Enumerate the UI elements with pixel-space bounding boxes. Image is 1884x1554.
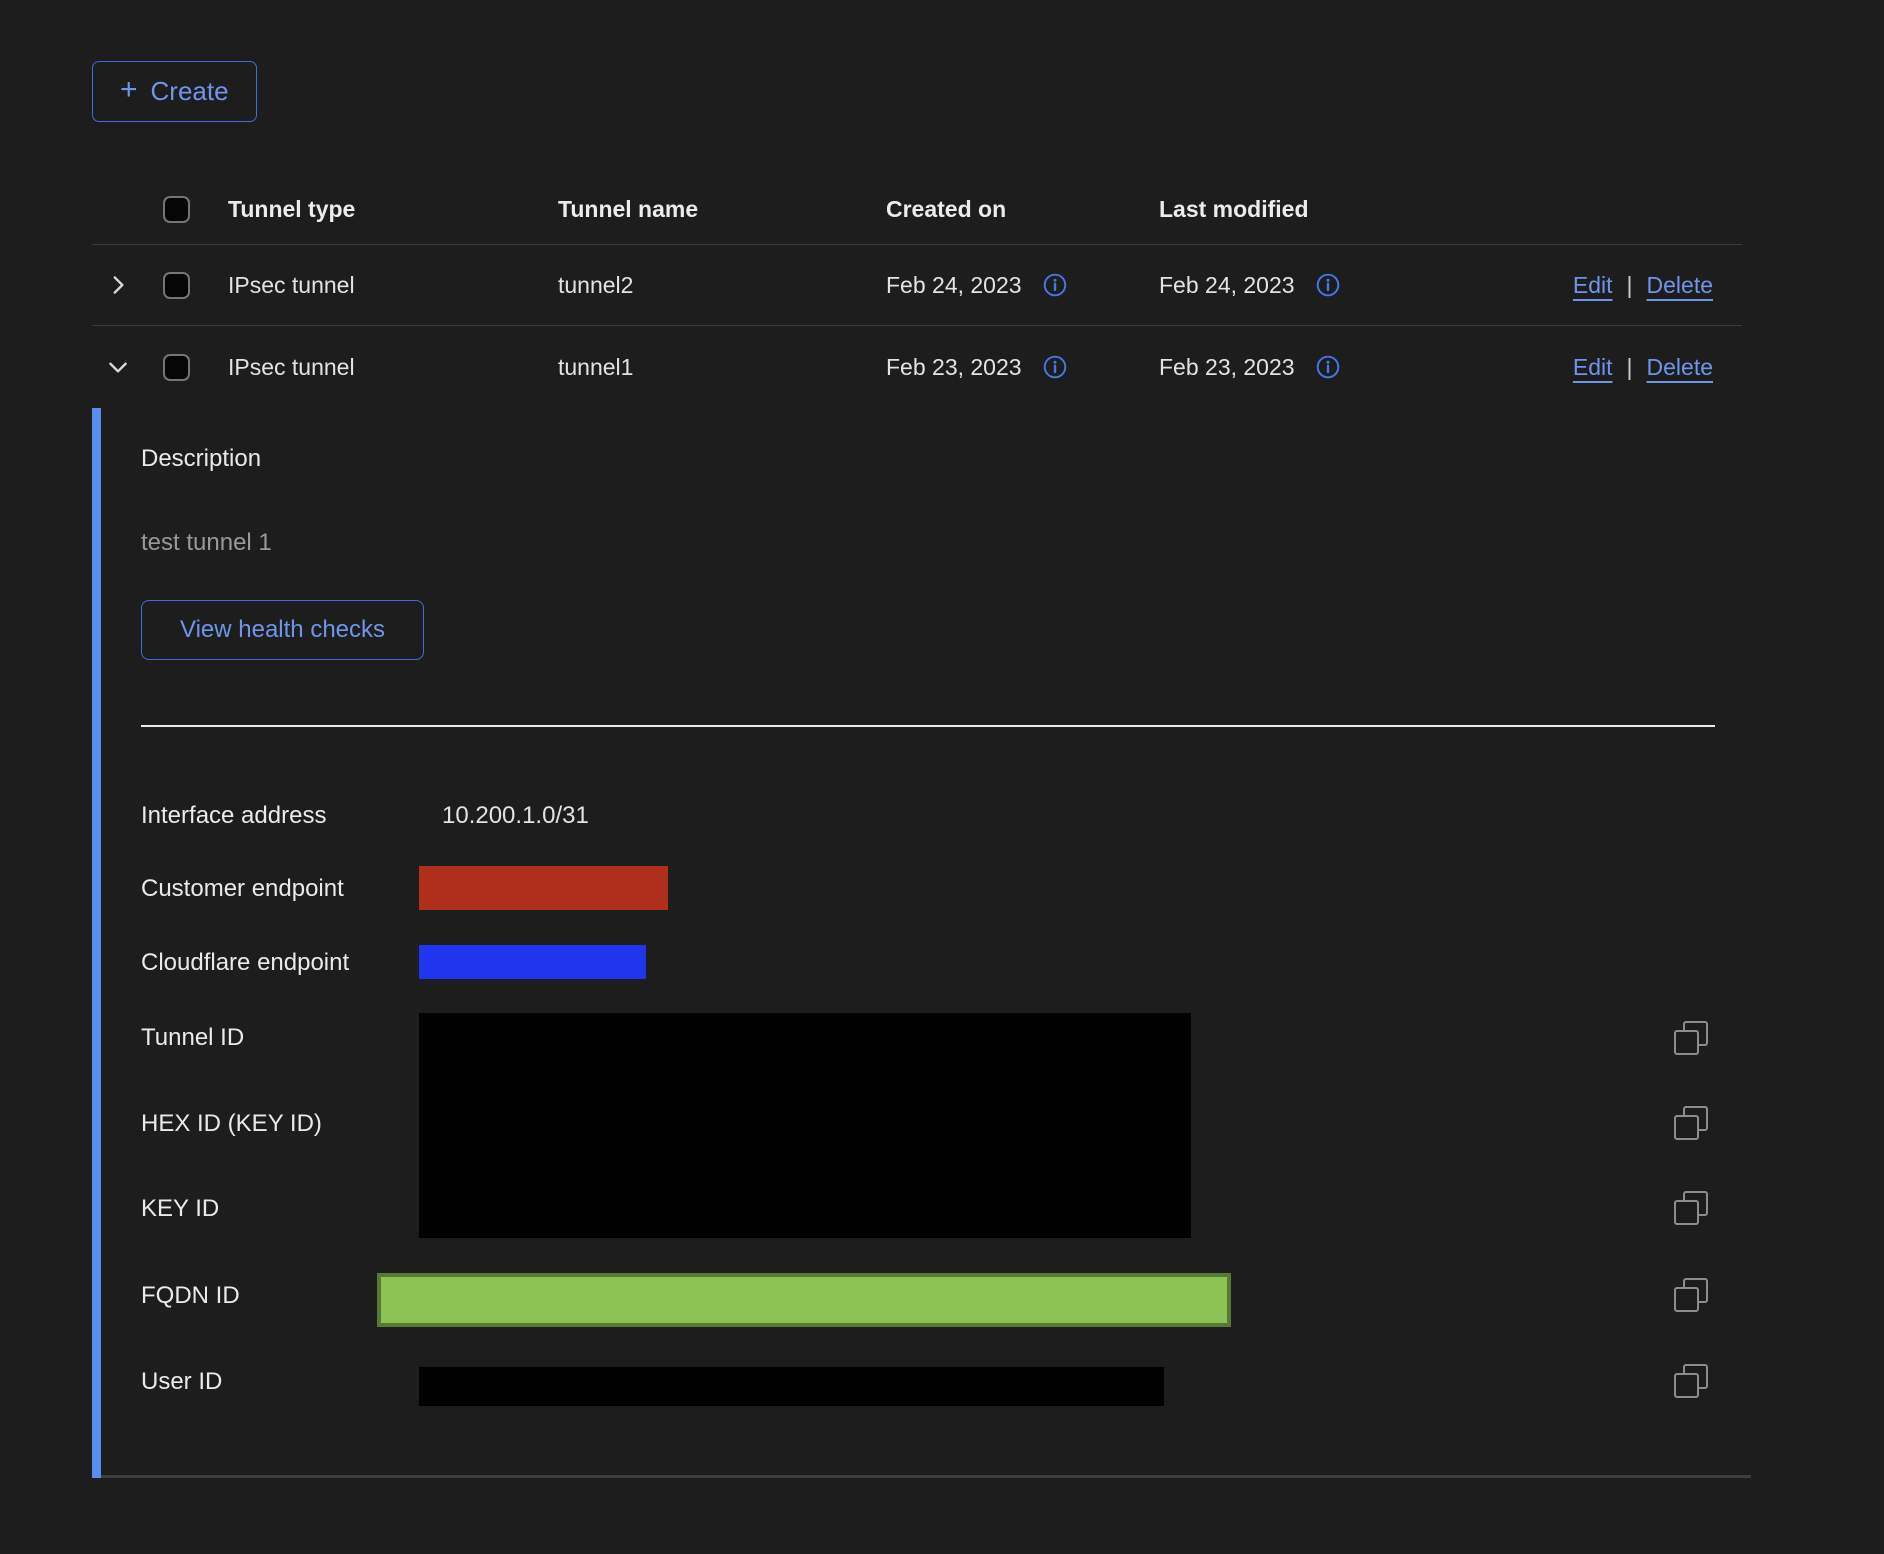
tunnels-page: + Create Tunnel type Tunnel name Created…	[0, 0, 1884, 1554]
cell-tunnel-type: IPsec tunnel	[228, 354, 558, 381]
cell-tunnel-name: tunnel1	[558, 354, 886, 381]
user-id-redaction	[419, 1367, 1164, 1406]
ids-redaction	[419, 1013, 1191, 1238]
row-actions: Edit | Delete	[1500, 354, 1742, 381]
created-on-value: Feb 23, 2023	[886, 354, 1022, 381]
edit-link[interactable]: Edit	[1573, 354, 1613, 381]
plus-icon: +	[120, 75, 138, 105]
info-icon[interactable]	[1042, 272, 1068, 298]
cloudflare-endpoint-redaction	[419, 945, 646, 979]
chevron-right-icon	[105, 272, 131, 298]
panel-divider	[141, 725, 1715, 727]
create-button-label: Create	[151, 76, 229, 107]
copy-icon[interactable]	[1674, 1106, 1708, 1140]
chevron-down-icon	[105, 354, 131, 380]
tunnel-id-label: Tunnel ID	[141, 1023, 244, 1053]
cell-last-modified: Feb 23, 2023	[1159, 354, 1500, 381]
create-button[interactable]: + Create	[92, 61, 257, 122]
expand-row-toggle[interactable]	[92, 272, 163, 298]
hex-id-label: HEX ID (KEY ID)	[141, 1109, 322, 1139]
description-label: Description	[141, 444, 261, 474]
fqdn-id-redaction	[377, 1273, 1231, 1327]
last-modified-value: Feb 23, 2023	[1159, 354, 1295, 381]
fqdn-id-label: FQDN ID	[141, 1281, 240, 1311]
header-created-on: Created on	[886, 196, 1159, 223]
action-separator: |	[1627, 272, 1633, 299]
copy-icon[interactable]	[1674, 1021, 1708, 1055]
cell-created-on: Feb 24, 2023	[886, 272, 1159, 299]
collapse-row-toggle[interactable]	[92, 354, 163, 380]
edit-link[interactable]: Edit	[1573, 272, 1613, 299]
info-icon[interactable]	[1315, 272, 1341, 298]
row-checkbox[interactable]	[163, 272, 190, 299]
table-row: IPsec tunnel tunnel1 Feb 23, 2023 Feb 23…	[92, 326, 1742, 408]
info-icon[interactable]	[1315, 354, 1341, 380]
cloudflare-endpoint-label: Cloudflare endpoint	[141, 948, 349, 978]
action-separator: |	[1627, 354, 1633, 381]
table-row: IPsec tunnel tunnel2 Feb 24, 2023 Feb 24…	[92, 245, 1742, 326]
panel-bottom-divider	[101, 1475, 1751, 1478]
select-all-checkbox[interactable]	[163, 196, 190, 223]
customer-endpoint-label: Customer endpoint	[141, 874, 344, 904]
header-tunnel-name: Tunnel name	[558, 196, 886, 223]
last-modified-value: Feb 24, 2023	[1159, 272, 1295, 299]
table-header-row: Tunnel type Tunnel name Created on Last …	[92, 175, 1742, 245]
expanded-tunnel-panel: Description test tunnel 1 View health ch…	[92, 408, 1742, 1478]
key-id-label: KEY ID	[141, 1194, 219, 1224]
copy-icon[interactable]	[1674, 1278, 1708, 1312]
row-actions: Edit | Delete	[1500, 272, 1742, 299]
info-icon[interactable]	[1042, 354, 1068, 380]
row-checkbox[interactable]	[163, 354, 190, 381]
view-health-checks-button[interactable]: View health checks	[141, 600, 424, 660]
cell-tunnel-name: tunnel2	[558, 272, 886, 299]
interface-address-value: 10.200.1.0/31	[442, 801, 589, 831]
cell-last-modified: Feb 24, 2023	[1159, 272, 1500, 299]
copy-icon[interactable]	[1674, 1191, 1708, 1225]
delete-link[interactable]: Delete	[1647, 354, 1713, 381]
tunnels-table: Tunnel type Tunnel name Created on Last …	[92, 175, 1742, 408]
description-value: test tunnel 1	[141, 528, 272, 558]
delete-link[interactable]: Delete	[1647, 272, 1713, 299]
created-on-value: Feb 24, 2023	[886, 272, 1022, 299]
cell-created-on: Feb 23, 2023	[886, 354, 1159, 381]
user-id-label: User ID	[141, 1367, 222, 1397]
customer-endpoint-redaction	[419, 866, 668, 910]
cell-tunnel-type: IPsec tunnel	[228, 272, 558, 299]
copy-icon[interactable]	[1674, 1364, 1708, 1398]
header-last-modified: Last modified	[1159, 196, 1500, 223]
header-tunnel-type: Tunnel type	[228, 196, 558, 223]
interface-address-label: Interface address	[141, 801, 326, 831]
